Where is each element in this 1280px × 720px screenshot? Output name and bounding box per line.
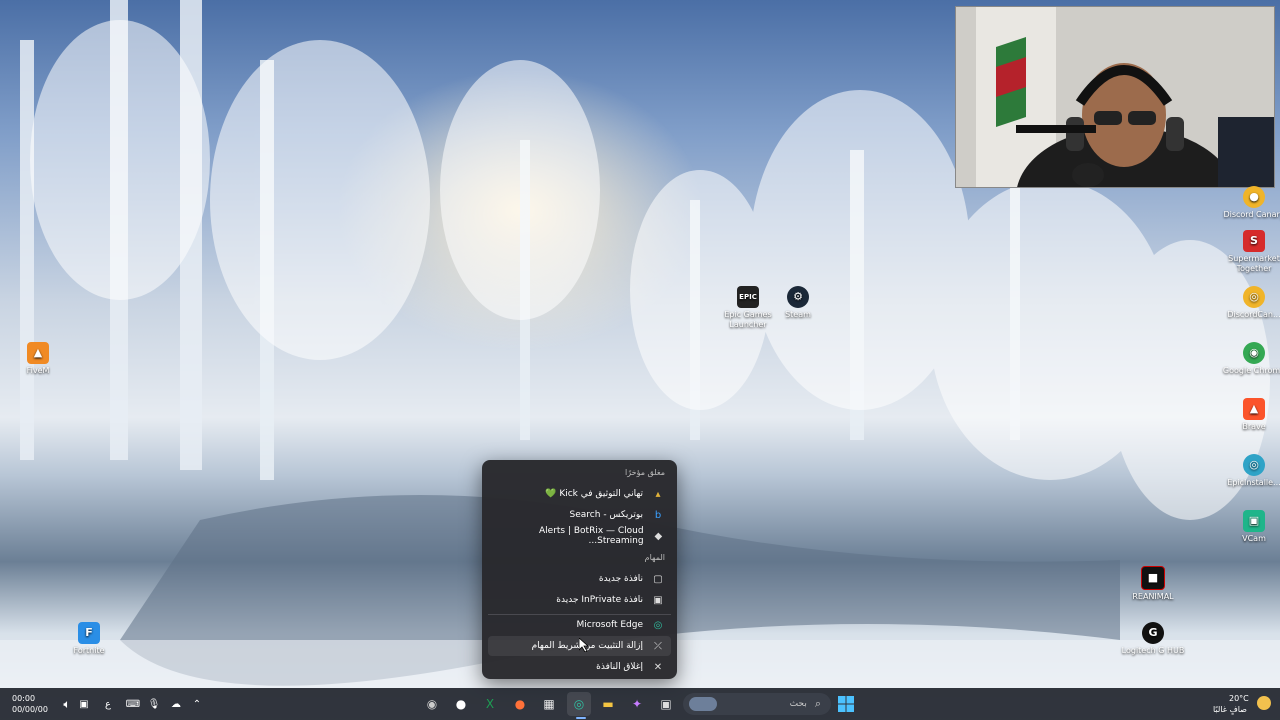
weather-widget[interactable]: 20°C صافٍ غالبًا xyxy=(1205,692,1275,716)
app-name-label: Microsoft Edge xyxy=(576,620,643,630)
steam-icon: ⚙ xyxy=(787,286,809,308)
recent-item-botrix-alerts[interactable]: ◆ Alerts | BotRix — Cloud Streaming... xyxy=(488,526,671,546)
desktop-icon-steam[interactable]: ⚙ Steam xyxy=(766,286,830,320)
kick-icon: ▴ xyxy=(655,488,661,500)
search-icon: ⌕ xyxy=(814,697,821,710)
tasks-header: المهام xyxy=(644,553,665,562)
weather-description: صافٍ غالبًا xyxy=(1213,705,1247,714)
mouse-cursor xyxy=(579,638,589,652)
desktop-icon-fortnite[interactable]: F Fortnite xyxy=(57,622,121,656)
obs-icon[interactable]: ◉ xyxy=(420,692,444,716)
desktop-icon-fivem[interactable]: ▲ FiveM xyxy=(6,342,70,376)
file-explorer-icon[interactable]: ▬ xyxy=(596,692,620,716)
windows-logo-icon xyxy=(838,696,854,712)
reanimal-icon: ■ xyxy=(1141,566,1165,590)
recent-item-botrix-search[interactable]: b بوتريكس - Search xyxy=(488,505,671,525)
weather-sun-icon xyxy=(1257,696,1271,710)
start-button[interactable] xyxy=(834,692,858,716)
edge-icon: ◎ xyxy=(653,619,663,631)
webcam-feed xyxy=(956,7,1274,187)
inprivate-icon: ▣ xyxy=(653,594,663,606)
microphone-icon[interactable]: 🎙︎ xyxy=(142,692,166,716)
search-placeholder: بحث xyxy=(789,699,807,709)
search-box[interactable]: ⌕ بحث xyxy=(683,693,831,715)
language-indicator[interactable]: ع xyxy=(96,692,120,716)
task-view-icon[interactable]: ▣ xyxy=(654,692,678,716)
desktop-icon-logitech-g-hub[interactable]: G Logitech G HUB xyxy=(1121,622,1185,656)
close-window[interactable]: ✕ إغلاق النافذة xyxy=(488,657,671,677)
vcam-icon: ▣ xyxy=(1243,510,1265,532)
copilot-icon[interactable]: ✦ xyxy=(625,692,649,716)
desktop-icon-brave[interactable]: ▲ Brave xyxy=(1222,398,1280,432)
taskbar: 00:00 00/00/00 🔈︎ ▣ ع ⌨︎ 🎙︎ ☁︎ ⌃ ◉ ● X ●… xyxy=(0,688,1280,720)
desktop-icon-discordcan[interactable]: ◎ DiscordCan... xyxy=(1222,286,1280,320)
recent-item-kick[interactable]: ▴ تهاني التوثيق في Kick 💚 xyxy=(488,484,671,504)
close-window-label: إغلاق النافذة xyxy=(596,662,643,672)
discord-canary-icon: ● xyxy=(1243,186,1265,208)
kick-app-icon[interactable]: ● xyxy=(449,692,473,716)
weather-temperature: 20°C xyxy=(1229,694,1249,703)
epic-games-icon: EPIC xyxy=(737,286,759,308)
desktop-icon-supermarket-together[interactable]: S Supermarket Together xyxy=(1222,230,1280,274)
jump-item-label: نافذة InPrivate جديدة xyxy=(556,595,643,605)
recently-closed-header: مغلق مؤخرًا xyxy=(624,468,665,477)
firefox-icon[interactable]: ● xyxy=(508,692,532,716)
logitech-g-hub-icon: G xyxy=(1142,622,1164,644)
desktop-icon-label: EpicInstalle... xyxy=(1227,478,1280,487)
desktop-icon-label: Brave xyxy=(1242,422,1266,431)
bing-icon: b xyxy=(654,509,662,521)
desktop-icon-label: Fortnite xyxy=(73,646,105,655)
fortnite-icon: F xyxy=(78,622,100,644)
desktop-icon-label: VCam xyxy=(1242,534,1266,543)
clock-date[interactable]: 00/00/00 xyxy=(12,705,48,714)
desktop-icon-label: Google Chrome xyxy=(1222,366,1280,375)
unpin-icon: ⤫ xyxy=(654,640,662,652)
jump-item-label: تهاني التوثيق في Kick 💚 xyxy=(545,489,643,499)
brave-icon: ▲ xyxy=(1243,398,1265,420)
new-window-icon: ▢ xyxy=(653,573,663,585)
desktop-icon-label: Discord Canary xyxy=(1223,210,1280,219)
task-new-window[interactable]: ▢ نافذة جديدة xyxy=(488,569,671,589)
close-icon: ✕ xyxy=(653,661,663,673)
desktop-icon-label: DiscordCan... xyxy=(1227,310,1280,319)
search-highlight-image xyxy=(689,697,717,711)
clock-time[interactable]: 00:00 xyxy=(12,694,35,703)
desktop-icon-reanimal[interactable]: ■ REANIMAL xyxy=(1121,566,1185,602)
discord-canary-installer-icon: ◎ xyxy=(1243,286,1265,308)
open-microsoft-edge[interactable]: ◎ Microsoft Edge xyxy=(488,615,671,635)
chevron-up-icon[interactable]: ⌃ xyxy=(185,692,209,716)
desktop-icon-epic-installer[interactable]: ◎ EpicInstalle... xyxy=(1222,454,1280,488)
jump-item-label: نافذة جديدة xyxy=(598,574,643,584)
active-app-indicator xyxy=(576,717,586,719)
desktop-icon-label: Supermarket Together xyxy=(1228,254,1280,273)
desktop-icon-google-chrome[interactable]: ◉ Google Chrome xyxy=(1222,342,1280,376)
desktop-icon-discord-canary[interactable]: ● Discord Canary xyxy=(1222,186,1280,220)
jump-item-label: بوتريكس - Search xyxy=(569,510,643,520)
epic-installer-icon: ◎ xyxy=(1243,454,1265,476)
chrome-icon: ◉ xyxy=(1243,342,1265,364)
botrix-icon: ◆ xyxy=(654,530,663,542)
desktop-icon-vcam[interactable]: ▣ VCam xyxy=(1222,510,1280,544)
desktop-icon-label: Logitech G HUB xyxy=(1121,646,1185,655)
supermarket-together-icon: S xyxy=(1243,230,1265,252)
task-new-inprivate-window[interactable]: ▣ نافذة InPrivate جديدة xyxy=(488,590,671,610)
desktop-icon-label: Steam xyxy=(785,310,811,319)
desktop-icon-label: REANIMAL xyxy=(1132,592,1174,601)
jump-item-label: Alerts | BotRix — Cloud Streaming... xyxy=(539,526,644,546)
network-icon[interactable]: ▣ xyxy=(72,692,96,716)
excel-icon[interactable]: X xyxy=(478,692,502,716)
desktop-icon-label: FiveM xyxy=(26,366,50,375)
fivem-icon: ▲ xyxy=(27,342,49,364)
edge-taskbar-icon[interactable]: ◎ xyxy=(567,692,591,716)
webcam-overlay xyxy=(955,6,1275,188)
store-icon[interactable]: ▦ xyxy=(537,692,561,716)
